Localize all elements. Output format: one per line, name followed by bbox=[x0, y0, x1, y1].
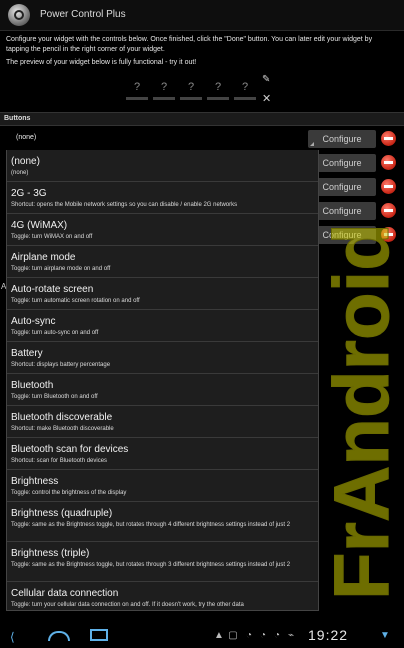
section-title: Buttons bbox=[4, 115, 31, 122]
widget-slot-1[interactable]: ? bbox=[126, 78, 148, 100]
option-desc: (none) bbox=[11, 170, 29, 176]
option-name: Cellular data connection bbox=[11, 588, 119, 599]
list-item[interactable]: Battery Shortcut: displays battery percen… bbox=[7, 342, 318, 374]
configure-button-1[interactable]: Configure bbox=[308, 130, 376, 148]
widget-slot-2[interactable]: ? bbox=[153, 78, 175, 100]
app-title: Power Control Plus bbox=[40, 9, 126, 20]
list-item[interactable]: Bluetooth Toggle: turn Bluetooth on and o… bbox=[7, 374, 318, 406]
power-control-app-icon bbox=[8, 4, 30, 26]
sync-icon-2: ◔ bbox=[259, 630, 267, 641]
option-name: Auto-rotate screen bbox=[11, 284, 94, 295]
option-desc: Toggle: control the brightness of the di… bbox=[11, 490, 127, 496]
option-desc: Toggle: turn auto-sync on and off bbox=[11, 330, 99, 336]
option-name: Airplane mode bbox=[11, 252, 76, 263]
option-name: Bluetooth bbox=[11, 380, 54, 391]
svg-text:FrAndroid: FrAndroid bbox=[318, 223, 398, 600]
list-item[interactable]: (none) (none) bbox=[7, 150, 318, 182]
option-desc: Toggle: turn airplane mode on and off bbox=[11, 266, 111, 272]
option-desc: Toggle: turn Bluetooth on and off bbox=[11, 394, 98, 400]
option-name: 4G (WiMAX) bbox=[11, 220, 68, 231]
option-name: Bluetooth discoverable bbox=[11, 412, 113, 423]
option-desc: Shortcut: scan for Bluetooth devices bbox=[11, 458, 108, 464]
system-bar: ⟨ ▲ ▢ ◔ ◔ ◔ ⌁ 19:22 ▼ bbox=[0, 624, 404, 648]
home-icon[interactable] bbox=[48, 631, 70, 641]
clock: 19:22 bbox=[308, 627, 349, 643]
preview-note: The preview of your widget below is full… bbox=[6, 59, 197, 66]
list-item[interactable]: Auto-sync Toggle: turn auto-sync on and o… bbox=[7, 310, 318, 342]
list-item[interactable]: Auto-rotate screen Toggle: turn automatic… bbox=[7, 278, 318, 310]
option-desc: Shortcut: displays battery percentage bbox=[11, 362, 111, 368]
option-desc: Toggle: same as the Brightness toggle, b… bbox=[11, 522, 291, 528]
option-desc: Toggle: same as the Brightness toggle, b… bbox=[11, 562, 291, 568]
list-item[interactable]: Brightness (quadruple) Toggle: same as th… bbox=[7, 502, 318, 542]
option-name: Brightness bbox=[11, 476, 59, 487]
usb-icon: ⌁ bbox=[287, 630, 295, 641]
option-name: 2G - 3G bbox=[11, 188, 47, 199]
option-desc: Toggle: turn your cellular data connecti… bbox=[11, 602, 244, 608]
list-item[interactable]: Brightness (triple) Toggle: same as the B… bbox=[7, 542, 318, 582]
sync-icon: ◔ bbox=[245, 630, 253, 641]
list-item[interactable]: Brightness Toggle: control the brightness… bbox=[7, 470, 318, 502]
option-desc: Shortcut: opens the Mobile network setti… bbox=[11, 202, 238, 208]
option-name: Battery bbox=[11, 348, 43, 359]
list-item[interactable]: Bluetooth discoverable Shortcut: make Blu… bbox=[7, 406, 318, 438]
option-name: Brightness (quadruple) bbox=[11, 508, 113, 519]
notification-icon: ▢ bbox=[228, 630, 238, 641]
back-icon[interactable]: ⟨ bbox=[10, 630, 28, 644]
signal-icon: ▼ bbox=[380, 630, 390, 641]
list-item[interactable]: Cellular data connection Toggle: turn you… bbox=[7, 582, 318, 610]
list-item[interactable]: Airplane mode Toggle: turn airplane mode … bbox=[7, 246, 318, 278]
widget-preview: ? ? ? ? ? bbox=[126, 78, 258, 100]
buttons-section-header: Buttons bbox=[0, 112, 404, 126]
widget-slot-5[interactable]: ? bbox=[234, 78, 256, 100]
download-icon: ▲ bbox=[214, 630, 224, 641]
option-name: Auto-sync bbox=[11, 316, 56, 327]
list-item[interactable]: 2G - 3G Shortcut: opens the Mobile networ… bbox=[7, 182, 318, 214]
close-icon[interactable]: ✕ bbox=[262, 92, 272, 105]
option-name: Brightness (triple) bbox=[11, 548, 90, 559]
widget-slot-3[interactable]: ? bbox=[180, 78, 202, 100]
option-desc: Shortcut: make Bluetooth discoverable bbox=[11, 426, 114, 432]
pencil-icon[interactable]: ✎ bbox=[262, 74, 272, 85]
selected-button-value[interactable]: (none) bbox=[16, 134, 36, 141]
watermark-logo: FrAndroid bbox=[318, 223, 398, 601]
status-icons: ▲ ▢ ◔ ◔ ◔ ⌁ bbox=[214, 630, 304, 644]
instructions-text: Configure your widget with the controls … bbox=[6, 36, 373, 53]
title-bar: Power Control Plus bbox=[0, 0, 404, 31]
option-desc: Toggle: turn automatic screen rotation o… bbox=[11, 298, 140, 304]
spinner-triangle-icon bbox=[310, 142, 314, 146]
recent-apps-icon[interactable] bbox=[90, 629, 108, 641]
list-item[interactable]: Bluetooth scan for devices Shortcut: scan… bbox=[7, 438, 318, 470]
list-item[interactable]: 4G (WiMAX) Toggle: turn WiMAX on and off bbox=[7, 214, 318, 246]
remove-icon-1[interactable] bbox=[381, 131, 396, 146]
option-name: (none) bbox=[11, 156, 40, 167]
option-desc: Toggle: turn WiMAX on and off bbox=[11, 234, 93, 240]
sync-icon-3: ◔ bbox=[273, 630, 281, 641]
widget-slot-4[interactable]: ? bbox=[207, 78, 229, 100]
button-type-dropdown[interactable]: (none) (none) 2G - 3G Shortcut: opens the … bbox=[6, 150, 319, 611]
option-name: Bluetooth scan for devices bbox=[11, 444, 129, 455]
